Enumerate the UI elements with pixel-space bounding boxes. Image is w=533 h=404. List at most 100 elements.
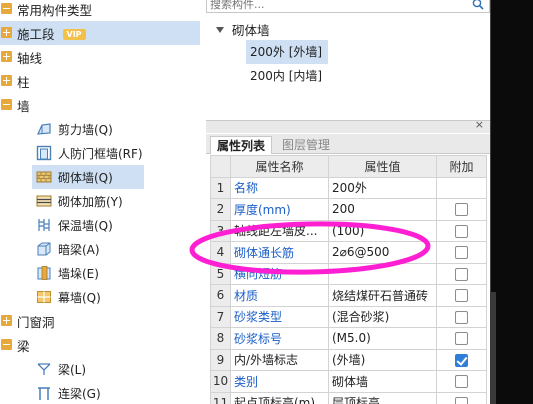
tab-property-list[interactable]: 属性列表 bbox=[210, 136, 273, 154]
tree-item-label: 墙垛(E) bbox=[58, 267, 99, 281]
tree-item-wall-pier[interactable]: 墙垛(E) bbox=[32, 261, 144, 285]
tree-item-curtain-wall[interactable]: 幕墙(Q) bbox=[32, 285, 144, 309]
tree-item-hidden-beam[interactable]: 暗梁(A) bbox=[32, 237, 144, 261]
tree-item-construction-section[interactable]: 施工段 VIP bbox=[0, 21, 200, 45]
row-number: 6 bbox=[210, 284, 231, 307]
masonry-reinforcement-icon bbox=[36, 195, 52, 207]
component-search-input[interactable] bbox=[210, 0, 460, 12]
component-item-200-interior[interactable]: 200内 [内墙] bbox=[246, 64, 328, 88]
additional-checkbox[interactable] bbox=[455, 310, 468, 324]
additional-cell bbox=[436, 305, 487, 328]
component-type-tree: 常用构件类型 施工段 VIP 轴线 柱 墙 剪力墙(Q) 人防门框墙(RF) 砌… bbox=[0, 0, 200, 404]
additional-checkbox[interactable] bbox=[455, 203, 468, 217]
property-value[interactable]: (100) bbox=[328, 219, 437, 242]
additional-cell bbox=[436, 198, 487, 221]
property-value[interactable]: 砌体墙 bbox=[328, 370, 437, 393]
additional-checkbox[interactable] bbox=[455, 396, 468, 404]
additional-checkbox[interactable] bbox=[455, 224, 468, 238]
tree-item-label: 常用构件类型 bbox=[17, 3, 93, 18]
expand-toggle-icon[interactable] bbox=[1, 27, 12, 38]
property-value[interactable]: 200外 bbox=[328, 176, 437, 199]
tree-item-text: 施工段 bbox=[17, 27, 55, 42]
tree-item-blast-door-frame-wall[interactable]: 人防门框墙(RF) bbox=[32, 141, 152, 165]
table-row[interactable]: 3 轴线距左墙皮... (100) bbox=[210, 219, 487, 242]
row-number: 9 bbox=[210, 348, 231, 371]
table-row[interactable]: 1 名称 200外 bbox=[210, 176, 487, 199]
additional-cell bbox=[436, 327, 487, 350]
additional-cell bbox=[436, 219, 487, 242]
table-row[interactable]: 8 砂浆标号 (M5.0) bbox=[210, 327, 487, 350]
tree-item-beam-group[interactable]: 梁 bbox=[0, 333, 200, 357]
tree-item-common-types[interactable]: 常用构件类型 bbox=[0, 0, 200, 21]
tree-item-label: 暗梁(A) bbox=[58, 243, 100, 257]
tree-item-column[interactable]: 柱 bbox=[0, 69, 200, 93]
properties-tab-bar: 属性列表 图层管理 bbox=[206, 134, 490, 154]
row-number: 11 bbox=[210, 391, 231, 404]
component-list-panel: 砌体墙 200外 [外墙] 200内 [内墙] bbox=[206, 0, 490, 113]
tree-item-wall[interactable]: 墙 bbox=[0, 93, 200, 117]
additional-cell bbox=[436, 241, 487, 264]
property-value[interactable]: 层顶标高 bbox=[328, 391, 437, 404]
header-property-value: 属性值 bbox=[328, 155, 437, 178]
component-item-200-exterior[interactable]: 200外 [外墙] bbox=[246, 40, 328, 64]
expand-toggle-icon[interactable] bbox=[1, 51, 12, 62]
table-row[interactable]: 7 砂浆类型 (混合砂浆) bbox=[210, 305, 487, 328]
property-value[interactable]: (混合砂浆) bbox=[328, 305, 437, 328]
tree-item-masonry-wall[interactable]: 砌体墙(Q) bbox=[32, 165, 144, 189]
property-name: 砌体通长筋 bbox=[230, 241, 329, 264]
property-value[interactable]: 200 bbox=[328, 198, 437, 221]
insulation-wall-icon bbox=[38, 219, 50, 231]
tree-item-label: 砌体加筋(Y) bbox=[58, 195, 123, 209]
property-value[interactable]: 烧结煤矸石普通砖 bbox=[328, 284, 437, 307]
tree-item-label: 门窗洞 bbox=[17, 315, 55, 330]
property-value[interactable]: (外墙) bbox=[328, 348, 437, 371]
tree-item-masonry-reinforcement[interactable]: 砌体加筋(Y) bbox=[32, 189, 144, 213]
tree-item-shear-wall[interactable]: 剪力墙(Q) bbox=[32, 117, 144, 141]
search-icon[interactable] bbox=[472, 0, 484, 10]
tree-item-label: 幕墙(Q) bbox=[58, 291, 101, 305]
additional-checkbox[interactable] bbox=[455, 289, 468, 303]
tree-item-coupling-beam[interactable]: 连梁(G) bbox=[32, 381, 144, 404]
expand-toggle-icon[interactable] bbox=[1, 3, 12, 14]
collapse-arrow-icon[interactable] bbox=[216, 27, 224, 33]
tab-layer-management[interactable]: 图层管理 bbox=[276, 136, 336, 154]
table-row[interactable]: 11 起点顶标高(m) 层顶标高 bbox=[210, 391, 487, 404]
hidden-beam-icon bbox=[37, 242, 51, 256]
collapse-toggle-icon[interactable] bbox=[1, 339, 12, 350]
tree-item-label: 施工段 VIP bbox=[17, 24, 86, 43]
additional-checkbox[interactable] bbox=[455, 332, 468, 346]
property-name: 材质 bbox=[230, 284, 329, 307]
table-row[interactable]: 2 厚度(mm) 200 bbox=[210, 198, 487, 221]
property-value[interactable]: 2⌀6@500 bbox=[328, 241, 437, 264]
table-row[interactable]: 4 砌体通长筋 2⌀6@500 bbox=[210, 241, 487, 264]
row-number: 5 bbox=[210, 262, 231, 285]
additional-checkbox[interactable] bbox=[455, 246, 468, 260]
property-name: 起点顶标高(m) bbox=[230, 391, 329, 404]
component-group-masonry-wall[interactable]: 砌体墙 bbox=[216, 20, 270, 39]
row-number: 10 bbox=[210, 370, 231, 393]
additional-checkbox[interactable] bbox=[455, 353, 468, 367]
collapse-toggle-icon[interactable] bbox=[1, 99, 12, 110]
properties-panel: × 属性列表 图层管理 属性名称 属性值 附加 1 名称 200外 2 厚度(mm) 20… bbox=[206, 118, 490, 404]
expand-toggle-icon[interactable] bbox=[1, 75, 12, 86]
property-value[interactable] bbox=[328, 262, 437, 285]
table-row[interactable]: 9 内/外墙标志 (外墙) bbox=[210, 348, 487, 371]
property-value[interactable]: (M5.0) bbox=[328, 327, 437, 350]
header-additional: 附加 bbox=[436, 155, 487, 178]
expand-toggle-icon[interactable] bbox=[1, 315, 12, 326]
row-number: 1 bbox=[210, 176, 231, 199]
tree-item-beam[interactable]: 梁(L) bbox=[32, 357, 144, 381]
coupling-beam-icon bbox=[38, 387, 50, 400]
close-icon[interactable]: × bbox=[475, 118, 484, 131]
additional-checkbox[interactable] bbox=[455, 267, 468, 281]
blast-door-frame-wall-icon bbox=[36, 145, 52, 161]
tree-item-axis[interactable]: 轴线 bbox=[0, 45, 200, 69]
tree-item-insulation-wall[interactable]: 保温墙(Q) bbox=[32, 213, 144, 237]
tree-item-door-window-opening[interactable]: 门窗洞 bbox=[0, 309, 200, 333]
table-row[interactable]: 6 材质 烧结煤矸石普通砖 bbox=[210, 284, 487, 307]
additional-checkbox[interactable] bbox=[455, 375, 468, 389]
properties-scrollbar[interactable] bbox=[490, 292, 496, 404]
table-row[interactable]: 5 横向短筋 bbox=[210, 262, 487, 285]
table-row[interactable]: 10 类别 砌体墙 bbox=[210, 370, 487, 393]
wall-pier-icon bbox=[37, 266, 51, 280]
